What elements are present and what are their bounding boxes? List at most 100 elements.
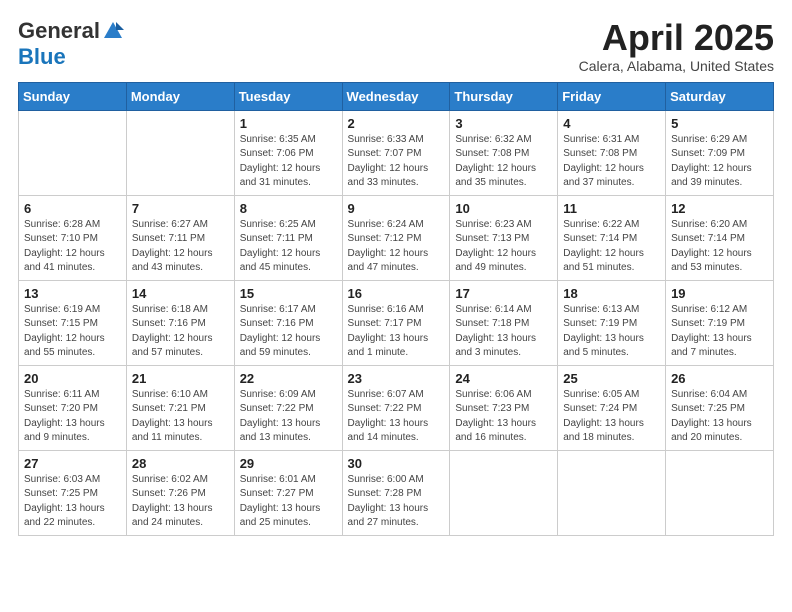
calendar-week-row: 1 Sunrise: 6:35 AM Sunset: 7:06 PM Daylig… bbox=[19, 110, 774, 195]
day-info: Sunrise: 6:33 AM Sunset: 7:07 PM Dayligh… bbox=[348, 133, 445, 191]
calendar-cell: 20 Sunrise: 6:11 AM Sunset: 7:20 PM Dayli… bbox=[19, 365, 127, 450]
month-title: April 2025 bbox=[579, 18, 774, 58]
day-number: 27 bbox=[24, 456, 121, 471]
day-number: 25 bbox=[563, 371, 660, 386]
day-number: 4 bbox=[563, 116, 660, 131]
day-info: Sunrise: 6:19 AM Sunset: 7:15 PM Dayligh… bbox=[24, 303, 121, 361]
day-info: Sunrise: 6:29 AM Sunset: 7:09 PM Dayligh… bbox=[671, 133, 768, 191]
day-number: 15 bbox=[240, 286, 337, 301]
calendar-cell: 5 Sunrise: 6:29 AM Sunset: 7:09 PM Daylig… bbox=[666, 110, 774, 195]
calendar-cell: 28 Sunrise: 6:02 AM Sunset: 7:26 PM Dayli… bbox=[126, 450, 234, 535]
header: General Blue April 2025 Calera, Alabama,… bbox=[18, 18, 774, 74]
calendar-cell: 22 Sunrise: 6:09 AM Sunset: 7:22 PM Dayli… bbox=[234, 365, 342, 450]
calendar-cell: 12 Sunrise: 6:20 AM Sunset: 7:14 PM Dayli… bbox=[666, 195, 774, 280]
day-number: 11 bbox=[563, 201, 660, 216]
day-info: Sunrise: 6:32 AM Sunset: 7:08 PM Dayligh… bbox=[455, 133, 552, 191]
calendar-cell: 2 Sunrise: 6:33 AM Sunset: 7:07 PM Daylig… bbox=[342, 110, 450, 195]
calendar-cell: 7Sunrise: 6:27 AM Sunset: 7:11 PM Daylig… bbox=[126, 195, 234, 280]
day-number: 23 bbox=[348, 371, 445, 386]
day-info: Sunrise: 6:31 AM Sunset: 7:08 PM Dayligh… bbox=[563, 133, 660, 191]
calendar-cell: 19Sunrise: 6:12 AM Sunset: 7:19 PM Dayli… bbox=[666, 280, 774, 365]
day-info: Sunrise: 6:01 AM Sunset: 7:27 PM Dayligh… bbox=[240, 473, 337, 531]
calendar-cell: 21 Sunrise: 6:10 AM Sunset: 7:21 PM Dayli… bbox=[126, 365, 234, 450]
day-number: 20 bbox=[24, 371, 121, 386]
calendar-cell: 8Sunrise: 6:25 AM Sunset: 7:11 PM Daylig… bbox=[234, 195, 342, 280]
day-info: Sunrise: 6:11 AM Sunset: 7:20 PM Dayligh… bbox=[24, 388, 121, 446]
calendar-cell: 17Sunrise: 6:14 AM Sunset: 7:18 PM Dayli… bbox=[450, 280, 558, 365]
calendar-cell: 4 Sunrise: 6:31 AM Sunset: 7:08 PM Daylig… bbox=[558, 110, 666, 195]
calendar-table: SundayMondayTuesdayWednesdayThursdayFrid… bbox=[18, 82, 774, 536]
day-info: Sunrise: 6:24 AM Sunset: 7:12 PM Dayligh… bbox=[348, 218, 445, 276]
day-info: Sunrise: 6:09 AM Sunset: 7:22 PM Dayligh… bbox=[240, 388, 337, 446]
calendar-cell: 26 Sunrise: 6:04 AM Sunset: 7:25 PM Dayli… bbox=[666, 365, 774, 450]
day-info: Sunrise: 6:35 AM Sunset: 7:06 PM Dayligh… bbox=[240, 133, 337, 191]
day-info: Sunrise: 6:22 AM Sunset: 7:14 PM Dayligh… bbox=[563, 218, 660, 276]
day-info: Sunrise: 6:12 AM Sunset: 7:19 PM Dayligh… bbox=[671, 303, 768, 361]
calendar-dow-monday: Monday bbox=[126, 82, 234, 110]
day-number: 3 bbox=[455, 116, 552, 131]
title-area: April 2025 Calera, Alabama, United State… bbox=[579, 18, 774, 74]
calendar-week-row: 6 Sunrise: 6:28 AM Sunset: 7:10 PM Daylig… bbox=[19, 195, 774, 280]
logo-blue-text: Blue bbox=[18, 44, 66, 69]
calendar-cell: 23 Sunrise: 6:07 AM Sunset: 7:22 PM Dayli… bbox=[342, 365, 450, 450]
day-info: Sunrise: 6:20 AM Sunset: 7:14 PM Dayligh… bbox=[671, 218, 768, 276]
day-number: 28 bbox=[132, 456, 229, 471]
day-number: 9 bbox=[348, 201, 445, 216]
day-info: Sunrise: 6:25 AM Sunset: 7:11 PM Dayligh… bbox=[240, 218, 337, 276]
day-info: Sunrise: 6:10 AM Sunset: 7:21 PM Dayligh… bbox=[132, 388, 229, 446]
calendar-cell: 25 Sunrise: 6:05 AM Sunset: 7:24 PM Dayli… bbox=[558, 365, 666, 450]
day-info: Sunrise: 6:02 AM Sunset: 7:26 PM Dayligh… bbox=[132, 473, 229, 531]
day-number: 13 bbox=[24, 286, 121, 301]
day-info: Sunrise: 6:16 AM Sunset: 7:17 PM Dayligh… bbox=[348, 303, 445, 361]
day-info: Sunrise: 6:06 AM Sunset: 7:23 PM Dayligh… bbox=[455, 388, 552, 446]
day-number: 14 bbox=[132, 286, 229, 301]
day-info: Sunrise: 6:00 AM Sunset: 7:28 PM Dayligh… bbox=[348, 473, 445, 531]
day-number: 2 bbox=[348, 116, 445, 131]
calendar-cell: 1 Sunrise: 6:35 AM Sunset: 7:06 PM Daylig… bbox=[234, 110, 342, 195]
day-number: 22 bbox=[240, 371, 337, 386]
day-number: 24 bbox=[455, 371, 552, 386]
calendar-cell: 9 Sunrise: 6:24 AM Sunset: 7:12 PM Daylig… bbox=[342, 195, 450, 280]
calendar-week-row: 27Sunrise: 6:03 AM Sunset: 7:25 PM Dayli… bbox=[19, 450, 774, 535]
day-number: 29 bbox=[240, 456, 337, 471]
day-info: Sunrise: 6:28 AM Sunset: 7:10 PM Dayligh… bbox=[24, 218, 121, 276]
day-number: 21 bbox=[132, 371, 229, 386]
calendar-cell: 11 Sunrise: 6:22 AM Sunset: 7:14 PM Dayli… bbox=[558, 195, 666, 280]
day-info: Sunrise: 6:17 AM Sunset: 7:16 PM Dayligh… bbox=[240, 303, 337, 361]
day-number: 26 bbox=[671, 371, 768, 386]
day-number: 7 bbox=[132, 201, 229, 216]
calendar-cell: 14 Sunrise: 6:18 AM Sunset: 7:16 PM Dayli… bbox=[126, 280, 234, 365]
calendar-cell: 27Sunrise: 6:03 AM Sunset: 7:25 PM Dayli… bbox=[19, 450, 127, 535]
page: General Blue April 2025 Calera, Alabama,… bbox=[0, 0, 792, 612]
calendar-cell bbox=[558, 450, 666, 535]
calendar-cell bbox=[666, 450, 774, 535]
calendar-dow-sunday: Sunday bbox=[19, 82, 127, 110]
day-number: 1 bbox=[240, 116, 337, 131]
calendar-cell: 30Sunrise: 6:00 AM Sunset: 7:28 PM Dayli… bbox=[342, 450, 450, 535]
calendar-cell: 15 Sunrise: 6:17 AM Sunset: 7:16 PM Dayli… bbox=[234, 280, 342, 365]
calendar-cell: 29 Sunrise: 6:01 AM Sunset: 7:27 PM Dayli… bbox=[234, 450, 342, 535]
day-number: 10 bbox=[455, 201, 552, 216]
logo-icon bbox=[102, 20, 124, 42]
calendar-cell: 24 Sunrise: 6:06 AM Sunset: 7:23 PM Dayli… bbox=[450, 365, 558, 450]
calendar-cell: 13 Sunrise: 6:19 AM Sunset: 7:15 PM Dayli… bbox=[19, 280, 127, 365]
calendar-cell: 6 Sunrise: 6:28 AM Sunset: 7:10 PM Daylig… bbox=[19, 195, 127, 280]
day-number: 12 bbox=[671, 201, 768, 216]
day-number: 5 bbox=[671, 116, 768, 131]
calendar-cell: 10 Sunrise: 6:23 AM Sunset: 7:13 PM Dayli… bbox=[450, 195, 558, 280]
day-info: Sunrise: 6:23 AM Sunset: 7:13 PM Dayligh… bbox=[455, 218, 552, 276]
day-info: Sunrise: 6:05 AM Sunset: 7:24 PM Dayligh… bbox=[563, 388, 660, 446]
day-number: 6 bbox=[24, 201, 121, 216]
day-number: 17 bbox=[455, 286, 552, 301]
calendar-cell bbox=[450, 450, 558, 535]
calendar-cell: 18Sunrise: 6:13 AM Sunset: 7:19 PM Dayli… bbox=[558, 280, 666, 365]
calendar-dow-wednesday: Wednesday bbox=[342, 82, 450, 110]
day-info: Sunrise: 6:18 AM Sunset: 7:16 PM Dayligh… bbox=[132, 303, 229, 361]
logo-general-text: General bbox=[18, 18, 100, 44]
day-info: Sunrise: 6:04 AM Sunset: 7:25 PM Dayligh… bbox=[671, 388, 768, 446]
logo: General Blue bbox=[18, 18, 124, 70]
calendar-dow-thursday: Thursday bbox=[450, 82, 558, 110]
calendar-dow-saturday: Saturday bbox=[666, 82, 774, 110]
calendar-dow-friday: Friday bbox=[558, 82, 666, 110]
day-info: Sunrise: 6:07 AM Sunset: 7:22 PM Dayligh… bbox=[348, 388, 445, 446]
